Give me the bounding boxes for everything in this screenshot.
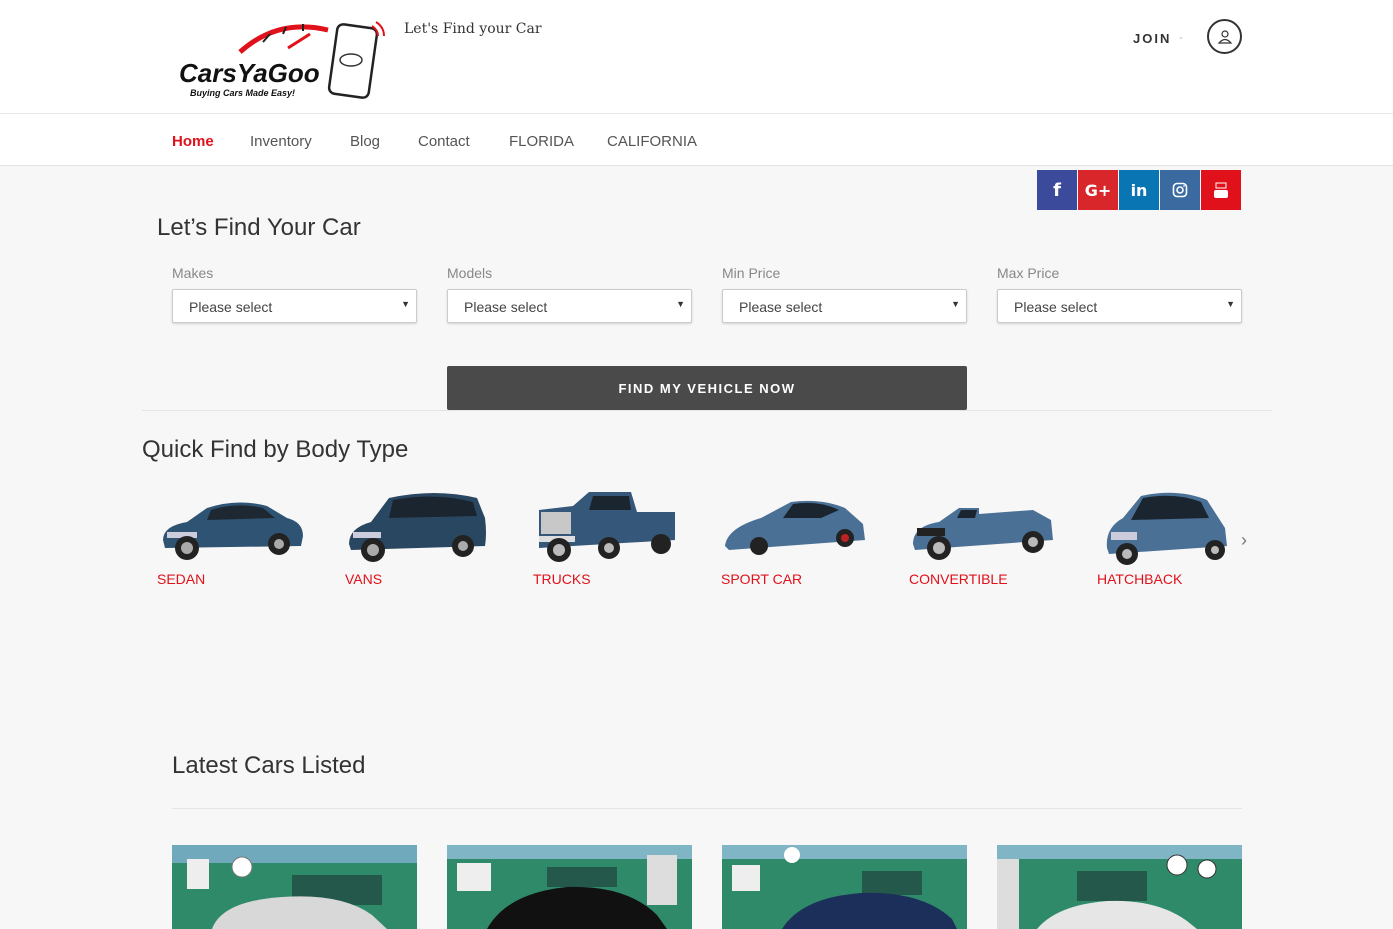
nav-california[interactable]: CALIFORNIA [607, 133, 697, 150]
body-type-label: SEDAN [157, 571, 206, 587]
hatchback-image [1106, 492, 1227, 565]
nav-blog[interactable]: Blog [350, 133, 380, 150]
section-divider [172, 808, 1242, 809]
chevron-down-icon: ▼ [951, 299, 960, 309]
car-photo [997, 845, 1242, 929]
min-price-label: Min Price [722, 265, 781, 281]
facebook-button[interactable]: f [1037, 170, 1077, 210]
google-plus-icon: G+ [1084, 180, 1112, 200]
body-type-convertible[interactable]: CONVERTIBLE [909, 488, 1069, 588]
chevron-right-icon[interactable]: › [1241, 530, 1247, 551]
site-tagline: Let's Find your Car [404, 21, 542, 37]
truck-image [539, 492, 675, 562]
makes-select[interactable]: Please select ▼ [172, 289, 417, 323]
join-separator: - [1179, 30, 1183, 44]
instagram-button[interactable] [1160, 170, 1200, 210]
body-type-title: Quick Find by Body Type [142, 436, 409, 463]
body-type-hatchback[interactable]: HATCHBACK [1097, 488, 1257, 588]
nav-inventory[interactable]: Inventory [250, 133, 312, 150]
models-select-value: Please select [464, 299, 548, 315]
nav-contact[interactable]: Contact [418, 133, 470, 150]
car-photo [722, 845, 967, 929]
models-label: Models [447, 265, 493, 281]
body-type-sport-car[interactable]: SPORT CAR [721, 488, 881, 588]
section-divider [142, 410, 1272, 411]
logo-slogan: Buying Cars Made Easy! [190, 88, 295, 98]
makes-select-value: Please select [189, 299, 273, 315]
body-type-sedan[interactable]: SEDAN [157, 488, 317, 588]
latest-car-card[interactable] [447, 845, 692, 929]
convertible-image [913, 508, 1053, 560]
latest-title: Latest Cars Listed [172, 752, 366, 779]
min-price-select-value: Please select [739, 299, 823, 315]
linkedin-button[interactable]: in [1119, 170, 1159, 210]
main-nav: Home Inventory Blog Contact FLORIDA CALI… [0, 114, 1393, 166]
user-account-button[interactable] [1207, 19, 1242, 54]
body-type-label: SPORT CAR [721, 571, 803, 587]
google-plus-button[interactable]: G+ [1078, 170, 1118, 210]
body-type-label: CONVERTIBLE [909, 571, 1008, 587]
instagram-icon [1172, 182, 1188, 198]
top-header: CarsYaGoo Buying Cars Made Easy! Let's F… [0, 0, 1393, 114]
makes-label: Makes [172, 265, 214, 281]
body-type-label: VANS [345, 571, 383, 587]
site-logo[interactable]: CarsYaGoo Buying Cars Made Easy! [178, 20, 388, 100]
body-type-label: HATCHBACK [1097, 571, 1183, 587]
latest-car-card[interactable] [722, 845, 967, 929]
chevron-down-icon: ▼ [676, 299, 685, 309]
linkedin-icon: in [1130, 180, 1148, 200]
latest-car-card[interactable] [997, 845, 1242, 929]
join-link[interactable]: JOIN [1133, 31, 1171, 46]
body-type-trucks[interactable]: TRUCKS [533, 488, 693, 588]
car-photo [447, 845, 692, 929]
latest-car-card[interactable] [172, 845, 417, 929]
max-price-select[interactable]: Please select ▼ [997, 289, 1242, 323]
sport-car-image [725, 500, 865, 555]
logo-text: CarsYaGoo [179, 58, 320, 88]
facebook-icon: f [1053, 179, 1061, 201]
youtube-icon [1214, 182, 1228, 198]
find-vehicle-button[interactable]: FIND MY VEHICLE NOW [447, 366, 967, 410]
min-price-select[interactable]: Please select ▼ [722, 289, 967, 323]
models-select[interactable]: Please select ▼ [447, 289, 692, 323]
car-photo [172, 845, 417, 929]
chevron-down-icon: ▼ [401, 299, 410, 309]
chevron-down-icon: ▼ [1226, 299, 1235, 309]
nav-home[interactable]: Home [172, 133, 214, 150]
body-type-label: TRUCKS [533, 571, 591, 587]
youtube-button[interactable] [1201, 170, 1241, 210]
max-price-select-value: Please select [1014, 299, 1098, 315]
body-type-vans[interactable]: VANS [345, 488, 505, 588]
max-price-label: Max Price [997, 265, 1060, 281]
van-image [349, 493, 486, 562]
user-icon [1217, 29, 1232, 44]
search-title: Let’s Find Your Car [157, 214, 361, 241]
nav-florida[interactable]: FLORIDA [509, 133, 574, 150]
sedan-image [163, 502, 303, 560]
